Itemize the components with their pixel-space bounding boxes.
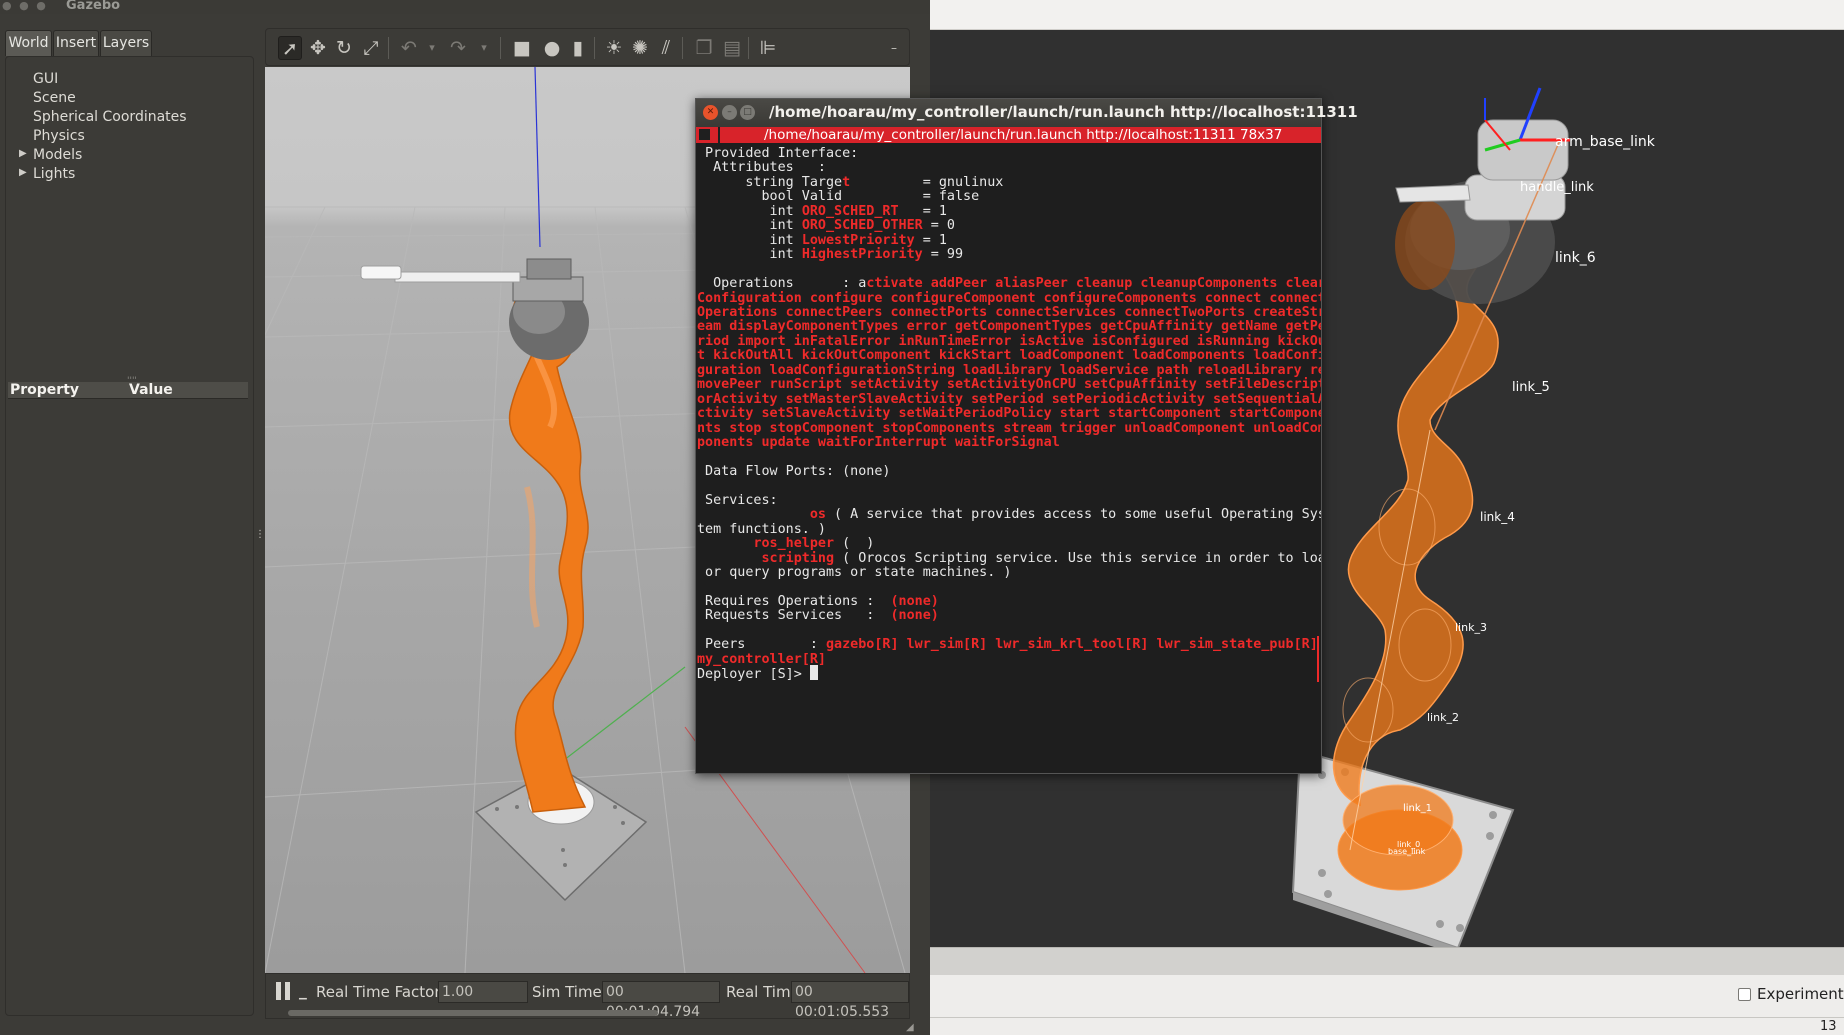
select-arrow-icon[interactable]: ➚ <box>278 36 302 60</box>
point-light-icon[interactable]: ☀ <box>602 36 626 60</box>
toolbar-separator <box>682 37 683 59</box>
real-time-factor-value: 1.00 <box>438 981 528 1003</box>
tab-world[interactable]: World <box>5 30 52 56</box>
toolbar-separator <box>748 37 749 59</box>
rviz-toolbar <box>930 0 1844 30</box>
tree-item-lights[interactable]: Lights <box>33 165 75 183</box>
terminal-line: or query programs or state machines. ) <box>697 565 1012 581</box>
gazebo-titlebar: ● ● ● Gazebo <box>0 0 930 14</box>
panel-splitter[interactable]: ⋮ <box>255 529 265 540</box>
cylinder-icon[interactable]: ▮ <box>566 36 590 60</box>
link-label-arm-base: arm_base_link <box>1555 134 1656 150</box>
rviz-status-bar: Experimenta 13 <box>930 975 1844 1035</box>
tab-insert[interactable]: Insert <box>53 30 99 56</box>
resize-grip-icon[interactable]: ◢ <box>906 1022 914 1033</box>
link-label-2: link_2 <box>1427 711 1459 724</box>
window-title: Gazebo <box>66 0 121 13</box>
left-panel: World Insert Layers GUI Scene Spherical … <box>0 14 265 1035</box>
minimize-icon[interactable]: – <box>722 105 737 120</box>
expand-arrow-icon[interactable]: ▶ <box>19 167 27 178</box>
property-column-header: Property <box>10 382 80 398</box>
property-table-header: Property Value <box>8 382 248 399</box>
sim-time-value: 00 00:01:04.794 <box>602 981 720 1020</box>
sphere-icon[interactable]: ● <box>540 36 564 60</box>
world-tree: GUI Scene Spherical Coordinates Physics … <box>5 56 254 1016</box>
rviz-time-panel <box>930 947 1844 975</box>
sim-time-label: Sim Time: <box>532 983 607 1001</box>
tree-item-scene[interactable]: Scene <box>33 89 76 107</box>
step-icon[interactable]: ▁ <box>299 986 307 1004</box>
real-time-factor-label: Real Time Factor: <box>316 983 446 1001</box>
terminal-tab-bar: /home/hoarau/my_controller/launch/run.la… <box>696 127 1321 143</box>
toolbar-separator <box>388 37 389 59</box>
link-label-6: link_6 <box>1555 250 1596 266</box>
rotate-icon[interactable]: ↻ <box>332 36 356 60</box>
link-label-1: link_1 <box>1403 803 1432 814</box>
toolbar-separator <box>500 37 501 59</box>
terminal-tab-title[interactable]: /home/hoarau/my_controller/launch/run.la… <box>764 127 1282 143</box>
scale-icon[interactable]: ⤢ <box>359 36 383 60</box>
pause-icon[interactable] <box>276 982 292 1002</box>
experimental-checkbox[interactable] <box>1738 988 1751 1001</box>
link-label-base: base_link <box>1388 847 1426 856</box>
terminal-icon <box>699 129 710 140</box>
terminal-line: ponents update waitForInterrupt waitForS… <box>697 435 1060 450</box>
link-label-handle: handle_link <box>1520 180 1594 195</box>
experimental-label: Experimenta <box>1757 985 1844 1003</box>
gazebo-status-bar: ▁ Real Time Factor: 1.00 Sim Time: 00 00… <box>265 973 910 1020</box>
link-label-5: link_5 <box>1512 380 1550 395</box>
tree-item-gui[interactable]: GUI <box>33 70 58 88</box>
terminal-line: Deployer [S]> <box>697 665 818 683</box>
redo-icon[interactable]: ↷ <box>446 36 470 60</box>
translate-icon[interactable]: ✥ <box>306 36 330 60</box>
window-controls[interactable]: ● ● ● <box>2 0 48 12</box>
tree-item-spherical-coordinates[interactable]: Spherical Coordinates <box>33 108 187 126</box>
link-label-4: link_4 <box>1480 510 1515 524</box>
terminal-titlebar: ✕ – □ /home/hoarau/my_controller/launch/… <box>696 99 1358 127</box>
terminal-cursor <box>809 665 818 681</box>
horizontal-scrollbar[interactable] <box>288 1010 658 1016</box>
link-label-3: link_3 <box>1455 621 1487 634</box>
tab-layers[interactable]: Layers <box>100 30 152 56</box>
status-divider <box>930 1017 1844 1018</box>
maximize-icon[interactable]: □ <box>740 105 755 120</box>
undo-icon[interactable]: ↶ <box>397 36 421 60</box>
close-icon[interactable]: ✕ <box>703 105 718 120</box>
redo-dropdown-icon[interactable]: ▾ <box>472 36 496 60</box>
tree-item-models[interactable]: Models <box>33 146 82 164</box>
toolbar-separator <box>594 37 595 59</box>
box-icon[interactable]: ■ <box>510 36 534 60</box>
terminal-line: Data Flow Ports: (none) <box>697 463 891 479</box>
real-time-value: 00 00:01:05.553 <box>791 981 909 1020</box>
terminal-scroll-indicator <box>1317 636 1319 683</box>
terminal-output[interactable]: Provided Interface: Attributes : string … <box>696 143 1321 773</box>
directional-light-icon[interactable]: ⫽ <box>654 36 678 60</box>
expand-arrow-icon[interactable]: ▶ <box>19 148 27 159</box>
terminal-title: /home/hoarau/my_controller/launch/run.la… <box>769 103 1358 121</box>
tab-divider <box>718 127 720 143</box>
gazebo-toolbar: ➚ ✥ ↻ ⤢ ↶ ▾ ↷ ▾ ■ ● ▮ ☀ ✺ ⫽ ❐ ▤ ⊫ – <box>265 28 910 66</box>
terminal-line: int HighestPriority = 99 <box>697 247 964 263</box>
copy-icon[interactable]: ❐ <box>692 36 716 60</box>
align-icon[interactable]: ⊫ <box>756 36 780 60</box>
terminal-line: Requests Services : (none) <box>697 608 939 624</box>
terminal-window[interactable]: ✕ – □ /home/hoarau/my_controller/launch/… <box>695 98 1358 774</box>
paste-icon[interactable]: ▤ <box>720 36 744 60</box>
tree-item-physics[interactable]: Physics <box>33 127 85 145</box>
value-column-header: Value <box>129 382 173 398</box>
more-icon[interactable]: – <box>882 36 906 60</box>
fps-readout: 13 <box>1820 1019 1837 1034</box>
spot-light-icon[interactable]: ✺ <box>628 36 652 60</box>
undo-dropdown-icon[interactable]: ▾ <box>420 36 444 60</box>
